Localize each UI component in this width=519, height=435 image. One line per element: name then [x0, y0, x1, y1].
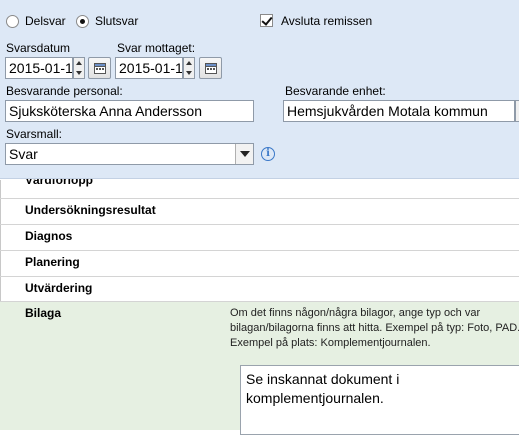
reply-received-spinner[interactable] — [183, 57, 195, 79]
chevron-down-icon[interactable] — [235, 144, 253, 164]
section-label: Utvärdering — [25, 281, 93, 295]
bilaga-label: Bilaga — [25, 306, 62, 320]
responding-staff-input[interactable]: Sjuksköterska Anna Andersson — [5, 100, 254, 122]
responding-staff-label: Besvarande personal: — [6, 84, 123, 98]
reply-date-input[interactable]: 2015-01-15 — [5, 57, 73, 79]
section-label: Vårdförlopp — [25, 179, 93, 187]
calendar-icon — [205, 63, 217, 74]
section-row-undersokningsresultat[interactable]: Undersökningsresultat — [0, 199, 519, 225]
reply-received-input[interactable]: 2015-01-19 — [115, 57, 183, 79]
spin-up-icon[interactable] — [186, 61, 192, 65]
radio-slutsvar-label: Slutsvar — [95, 14, 139, 28]
radio-circle[interactable] — [6, 15, 19, 28]
reply-form-header: Delsvar Slutsvar Avsluta remissen Svarsd… — [0, 0, 519, 179]
spin-down-icon[interactable] — [186, 71, 192, 75]
responding-unit-dropdown-edge[interactable] — [515, 100, 519, 122]
section-row-utvardering[interactable]: Utvärdering — [0, 277, 519, 302]
reply-received-calendar-button[interactable] — [199, 57, 222, 79]
calendar-icon — [94, 63, 106, 74]
section-label: Undersökningsresultat — [25, 203, 156, 217]
reply-template-value: Svar — [9, 146, 38, 162]
responding-unit-input[interactable]: Hemsjukvården Motala kommun — [283, 100, 515, 122]
reply-received-label: Svar mottaget: — [117, 41, 196, 55]
checkbox-box[interactable] — [260, 14, 273, 27]
reply-template-label: Svarsmall: — [6, 127, 63, 141]
section-label: Planering — [25, 255, 80, 269]
section-label: Diagnos — [25, 229, 73, 243]
section-row-vardforlopp[interactable]: Vårdförlopp — [0, 179, 519, 199]
radio-delsvar-label: Delsvar — [25, 14, 66, 28]
reply-date-spinner[interactable] — [73, 57, 85, 79]
reply-template-select[interactable]: Svar — [5, 143, 254, 165]
section-row-planering[interactable]: Planering — [0, 251, 519, 277]
info-icon[interactable]: i — [261, 147, 275, 161]
reply-date-calendar-button[interactable] — [88, 57, 111, 79]
radio-circle-selected[interactable] — [76, 15, 89, 28]
responding-unit-label: Besvarande enhet: — [285, 84, 386, 98]
spin-down-icon[interactable] — [76, 71, 82, 75]
reply-date-label: Svarsdatum — [6, 41, 71, 55]
spin-up-icon[interactable] — [76, 61, 82, 65]
section-row-diagnos[interactable]: Diagnos — [0, 225, 519, 251]
attachment-help-text: Om det finns någon/några bilagor, ange t… — [230, 307, 519, 349]
attachment-textarea[interactable]: Se inskannat dokument i komplementjourna… — [240, 365, 519, 435]
close-referral-label: Avsluta remissen — [281, 14, 373, 28]
